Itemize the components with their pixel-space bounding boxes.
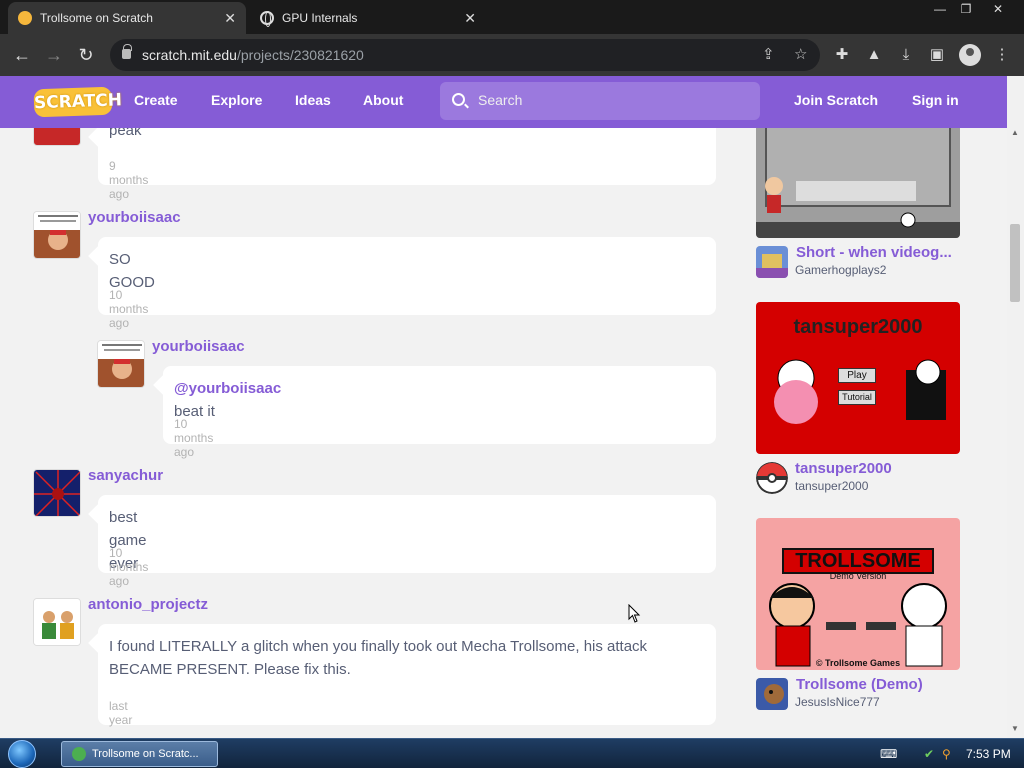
thumbnail-image xyxy=(756,128,960,238)
taskbar-item-label: Trollsome on Scratc... xyxy=(92,748,199,760)
tab-title: Trollsome on Scratch xyxy=(40,11,153,25)
comment-username[interactable]: sanyachur xyxy=(88,467,163,484)
project-thumbnail[interactable]: TROLLSOME Demo Version © Trollsome Games xyxy=(756,518,960,670)
scrollbar-thumb[interactable] xyxy=(1010,224,1020,302)
windows-taskbar: Trollsome on Scratc... ⌨ ✔ ⚲ 7:53 PM xyxy=(0,738,1024,768)
project-owner-link[interactable]: JesusIsNice777 xyxy=(795,695,880,709)
lock-icon xyxy=(122,44,132,59)
project-owner-link[interactable]: Gamerhogplays2 xyxy=(795,263,886,277)
start-button-icon[interactable] xyxy=(8,740,36,768)
share-icon[interactable]: ⇪ xyxy=(762,45,775,63)
scroll-up-arrow-icon[interactable]: ▲ xyxy=(1011,128,1019,137)
extensions-icon[interactable]: ✚ xyxy=(832,45,852,65)
address-bar[interactable]: scratch.mit.edu/projects/230821620 ⇪ ☆ xyxy=(110,39,820,71)
bookmark-star-icon[interactable]: ☆ xyxy=(794,45,807,63)
owner-avatar-image xyxy=(756,246,788,278)
commenter-avatar[interactable] xyxy=(97,340,145,388)
avatar-image xyxy=(98,341,144,387)
project-title-link[interactable]: Short - when videog... xyxy=(796,244,952,261)
taskbar-clock[interactable]: 7:53 PM xyxy=(966,747,1011,761)
owner-avatar-image xyxy=(756,678,788,710)
thumbnail-tutorial-label: Tutorial xyxy=(838,390,876,405)
profile-avatar-icon[interactable] xyxy=(959,44,981,66)
nav-about[interactable]: About xyxy=(363,92,403,108)
globe-icon xyxy=(260,11,274,27)
tab-title: GPU Internals xyxy=(282,11,358,25)
search-box[interactable] xyxy=(440,82,760,120)
project-owner-avatar[interactable] xyxy=(756,246,788,278)
nav-create[interactable]: Create xyxy=(134,92,178,108)
join-scratch-link[interactable]: Join Scratch xyxy=(794,92,878,108)
project-title-link[interactable]: Trollsome (Demo) xyxy=(796,676,923,693)
search-icon xyxy=(452,93,465,106)
scratch-favicon-icon xyxy=(18,11,32,25)
avatar-image xyxy=(34,470,80,516)
taskbar-item-chrome[interactable]: Trollsome on Scratc... xyxy=(61,741,218,767)
thumbnail-credit: © Trollsome Games xyxy=(815,658,901,668)
close-tab-icon[interactable]: ✕ xyxy=(224,10,236,27)
project-page-content: peak 9 months ago yourboiisaac SO GOOD 1… xyxy=(0,128,1007,738)
labs-flask-icon[interactable]: ▲ xyxy=(864,45,884,65)
commenter-avatar[interactable] xyxy=(33,211,81,259)
tab-gpu-internals[interactable]: GPU Internals ✕ xyxy=(250,2,486,34)
network-icon[interactable]: ✔ xyxy=(924,747,934,761)
scratch-navbar: SCRATCH Create Explore Ideas About Join … xyxy=(0,76,1007,128)
comment-time: last year xyxy=(109,699,133,727)
mention-link[interactable]: @yourboiisaac xyxy=(174,380,281,397)
project-owner-link[interactable]: tansuper2000 xyxy=(795,479,868,493)
scroll-down-arrow-icon[interactable]: ▼ xyxy=(1011,724,1019,733)
keyboard-icon[interactable]: ⌨ xyxy=(880,747,897,761)
chrome-icon xyxy=(72,747,86,761)
mouse-cursor-icon xyxy=(628,604,641,623)
browser-tab-strip: Trollsome on Scratch ✕ GPU Internals ✕ —… xyxy=(0,0,1024,34)
comment-bubble xyxy=(98,237,716,315)
sign-in-link[interactable]: Sign in xyxy=(912,92,959,108)
commenter-avatar[interactable] xyxy=(33,128,81,146)
comment-bubble xyxy=(98,495,716,573)
comment-time: 10 months ago xyxy=(109,288,149,330)
restore-icon[interactable]: ❐ xyxy=(952,0,980,20)
tab-trollsome[interactable]: Trollsome on Scratch ✕ xyxy=(8,2,246,34)
project-title-link[interactable]: tansuper2000 xyxy=(795,460,892,477)
search-input[interactable] xyxy=(478,92,738,108)
comment-text: peak xyxy=(109,128,142,139)
close-tab-icon[interactable]: ✕ xyxy=(464,10,476,27)
page-scrollbar[interactable]: ▲ ▼ xyxy=(1007,76,1024,738)
commenter-avatar[interactable] xyxy=(33,598,81,646)
comment-username[interactable]: yourboiisaac xyxy=(152,338,245,355)
project-thumbnail[interactable]: tansuper2000 Play Tutorial xyxy=(756,302,960,454)
comment-username[interactable]: yourboiisaac xyxy=(88,209,181,226)
comment-time: 9 months ago xyxy=(109,159,149,201)
thumbnail-play-label: Play xyxy=(838,368,876,383)
url-text: scratch.mit.edu/projects/230821620 xyxy=(142,47,364,63)
project-owner-avatar[interactable] xyxy=(756,462,788,494)
project-owner-avatar[interactable] xyxy=(756,678,788,710)
download-icon[interactable]: ⤓ xyxy=(896,45,916,65)
forward-icon[interactable]: → xyxy=(42,43,66,67)
comment-bubble xyxy=(98,128,716,185)
comment-time: 10 months ago xyxy=(174,417,214,459)
search-tray-icon[interactable]: ⚲ xyxy=(942,747,951,761)
minimize-icon[interactable]: — xyxy=(926,0,954,20)
comment-username[interactable]: antonio_projectz xyxy=(88,596,208,613)
side-panel-icon[interactable]: ▣ xyxy=(927,45,947,65)
commenter-avatar[interactable] xyxy=(33,469,81,517)
comment-time: 10 months ago xyxy=(109,546,149,588)
project-thumbnail[interactable] xyxy=(756,128,960,238)
menu-kebab-icon[interactable]: ⋮ xyxy=(992,45,1012,65)
close-window-icon[interactable]: ✕ xyxy=(984,0,1012,20)
reload-icon[interactable]: ↻ xyxy=(74,43,98,67)
nav-explore[interactable]: Explore xyxy=(211,92,262,108)
owner-avatar-image xyxy=(756,462,788,494)
nav-ideas[interactable]: Ideas xyxy=(295,92,331,108)
avatar-image xyxy=(34,599,80,645)
back-icon[interactable]: ← xyxy=(10,43,34,67)
scratch-logo[interactable]: SCRATCH xyxy=(33,86,122,118)
comment-text: I found LITERALLY a glitch when you fina… xyxy=(109,638,648,678)
browser-toolbar: ← → ↻ scratch.mit.edu/projects/230821620… xyxy=(0,34,1024,76)
avatar-image xyxy=(34,212,80,258)
thumbnail-image xyxy=(769,583,947,667)
